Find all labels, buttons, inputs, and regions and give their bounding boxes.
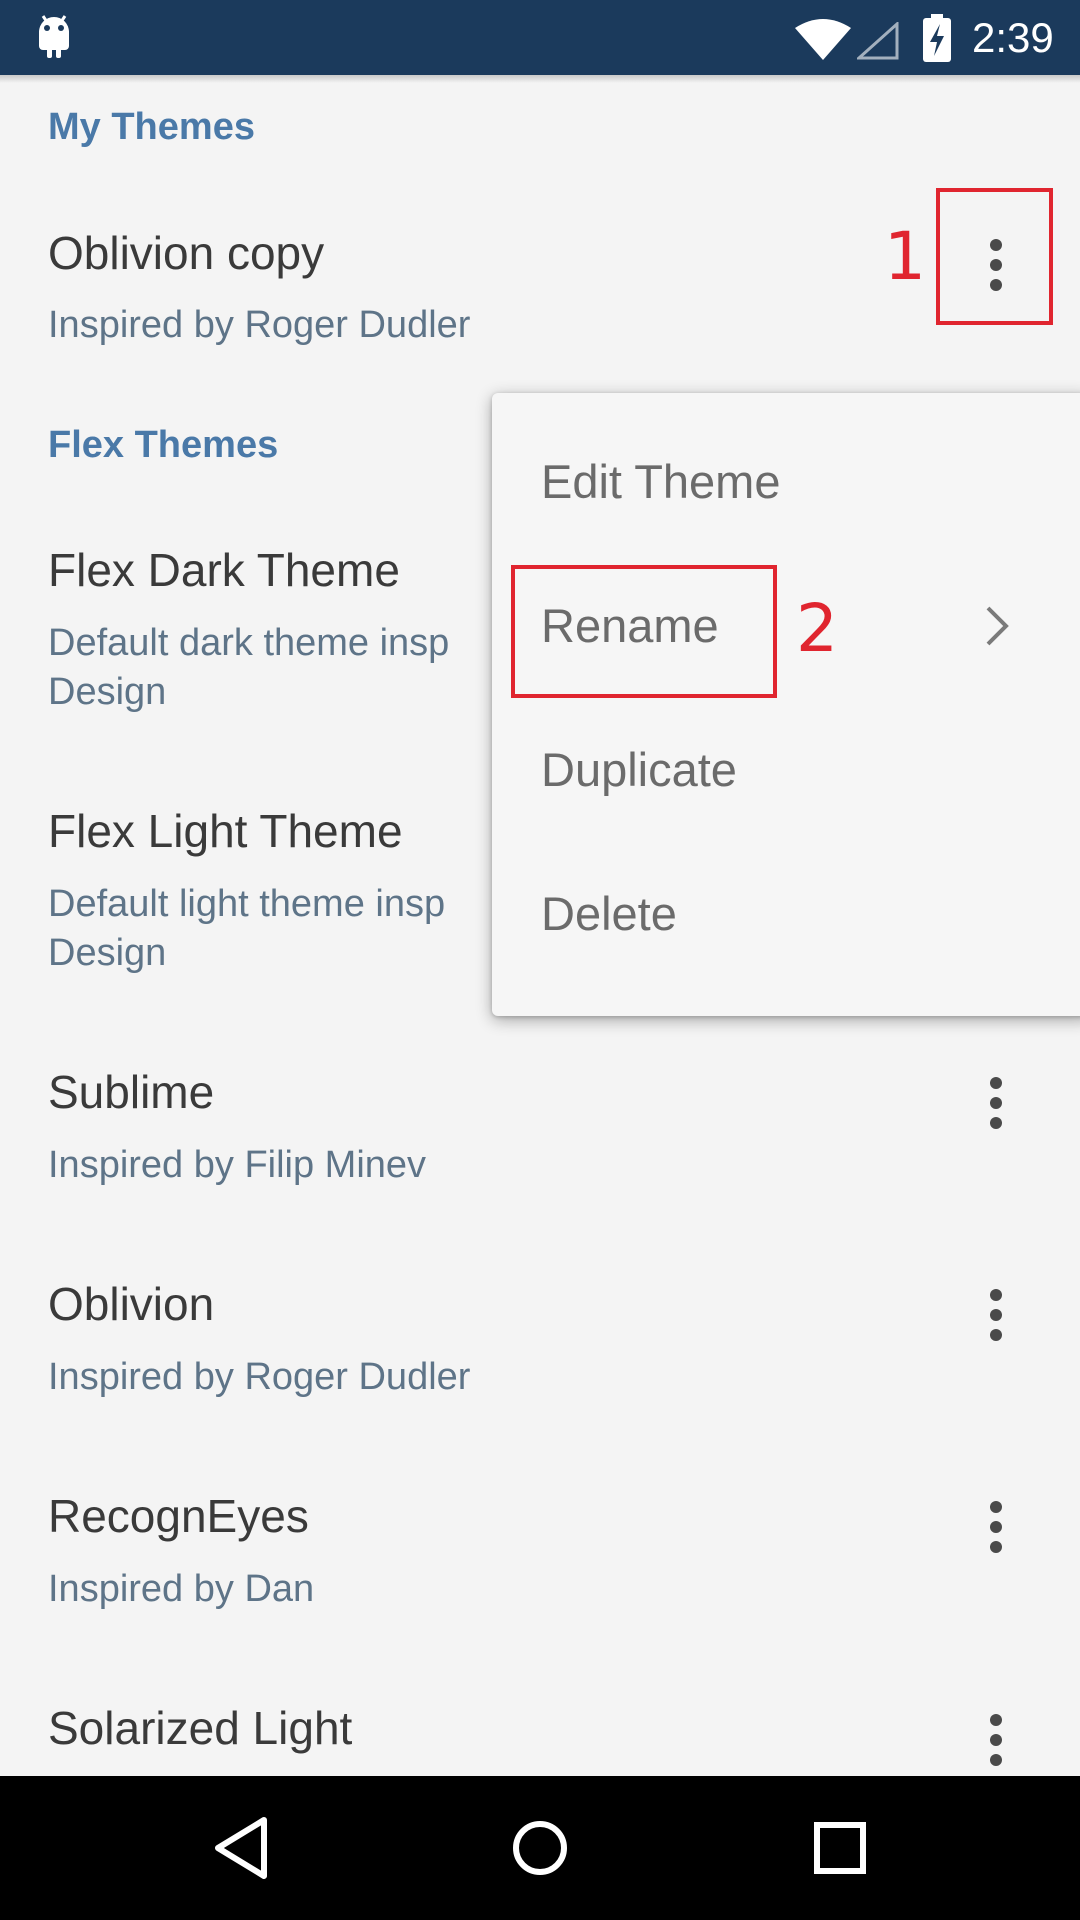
theme-subtitle: Default light theme insp: [48, 883, 446, 925]
theme-title: Oblivion copy: [48, 227, 325, 279]
dot: [990, 1329, 1002, 1341]
dot: [990, 1077, 1002, 1089]
dot: [990, 1501, 1002, 1513]
menu-item-edit-theme[interactable]: Edit Theme: [492, 410, 1080, 554]
home-icon[interactable]: [495, 1806, 585, 1890]
dot: [990, 1309, 1002, 1321]
overflow-menu-button[interactable]: [965, 1487, 1025, 1567]
annotation-box-step2: [511, 565, 777, 698]
annotation-label-step1: 1: [884, 218, 926, 295]
theme-title: Sublime: [48, 1066, 215, 1118]
theme-subtitle: Default dark theme insp: [48, 622, 450, 664]
menu-item-duplicate[interactable]: Duplicate: [492, 698, 1080, 842]
chevron-right-icon: [986, 606, 1009, 646]
overflow-menu-button[interactable]: [965, 1700, 1025, 1780]
theme-subtitle: Inspired by Roger Dudler: [48, 304, 471, 346]
annotation-box-step1: [936, 188, 1053, 325]
theme-title: RecognEyes: [48, 1490, 309, 1542]
dot: [990, 1754, 1002, 1766]
theme-subtitle-line2: Design: [48, 932, 167, 974]
battery-charging-icon: [923, 14, 951, 62]
recents-icon[interactable]: [795, 1806, 885, 1890]
theme-title: Oblivion: [48, 1278, 215, 1330]
theme-title: Solarized Light: [48, 1702, 353, 1754]
popup-menu: Edit Theme Rename Duplicate Delete: [492, 393, 1080, 1016]
section-header-my-themes: My Themes: [48, 106, 255, 148]
status-clock: 2:39: [972, 14, 1054, 61]
theme-subtitle: Inspired by Roger Dudler: [48, 1356, 471, 1398]
dot: [990, 1521, 1002, 1533]
dot: [990, 1289, 1002, 1301]
dot: [990, 1734, 1002, 1746]
android-debug-icon: [39, 15, 69, 58]
signal-icon: [857, 22, 899, 60]
menu-item-label: Edit Theme: [541, 455, 781, 508]
dot: [990, 1097, 1002, 1109]
section-header-flex-themes: Flex Themes: [48, 424, 279, 466]
wifi-icon: [795, 19, 851, 60]
theme-subtitle-line2: Design: [48, 671, 167, 713]
dot: [990, 1541, 1002, 1553]
status-bar: 2:39: [0, 0, 1080, 75]
navigation-bar: [0, 1776, 1080, 1920]
menu-item-delete[interactable]: Delete: [492, 842, 1080, 986]
theme-subtitle: Inspired by Dan: [48, 1568, 315, 1610]
back-icon[interactable]: [196, 1806, 286, 1890]
app-bar-shadow: [0, 75, 1080, 83]
theme-title: Flex Dark Theme: [48, 544, 400, 596]
dot: [990, 1117, 1002, 1129]
overflow-menu-button[interactable]: [965, 1275, 1025, 1355]
theme-subtitle: Inspired by Filip Minev: [48, 1144, 427, 1186]
overflow-menu-button[interactable]: [965, 1063, 1025, 1143]
menu-item-label: Duplicate: [541, 743, 737, 796]
annotation-label-step2: 2: [796, 590, 838, 667]
menu-item-label: Delete: [541, 887, 677, 940]
theme-title: Flex Light Theme: [48, 805, 403, 857]
dot: [990, 1714, 1002, 1726]
